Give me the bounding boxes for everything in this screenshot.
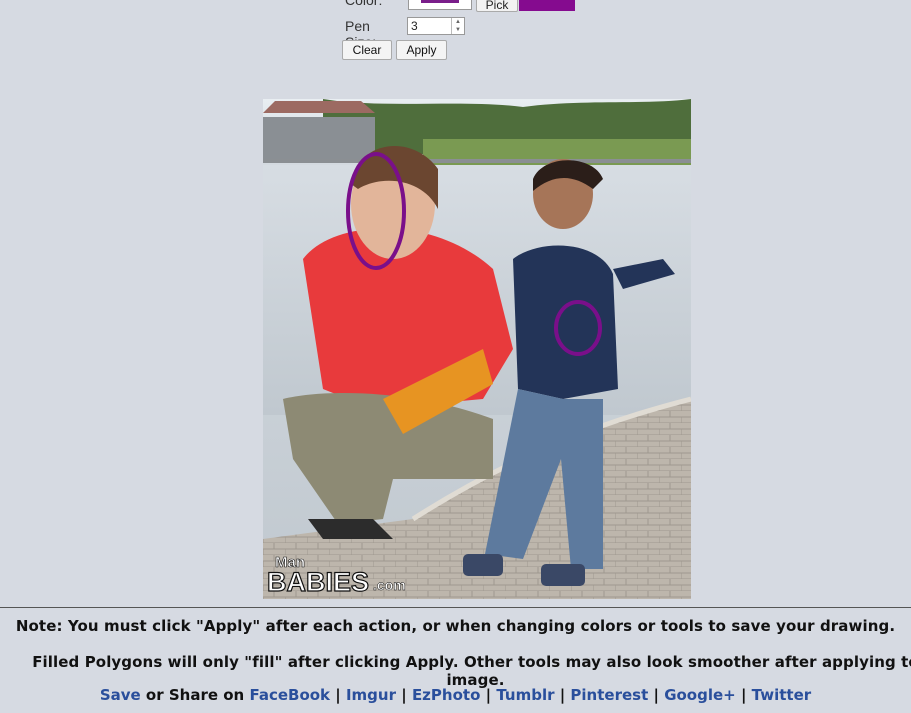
share-bar: Save or Share on FaceBook | Imgur | EzPh… — [0, 686, 911, 704]
polygon-note: Filled Polygons will only "fill" after c… — [32, 653, 911, 689]
pen-size-value: 3 — [411, 19, 418, 33]
pen-size-spinner[interactable]: ▲ ▼ — [451, 18, 464, 34]
googleplus-link[interactable]: Google+ — [664, 686, 736, 704]
save-link[interactable]: Save — [100, 686, 141, 704]
facebook-link[interactable]: FaceBook — [249, 686, 330, 704]
logo-babies: BABIES — [267, 567, 369, 597]
share-label: or Share on — [140, 686, 250, 704]
separator: | — [648, 686, 665, 704]
separator: | — [396, 686, 412, 704]
ezphoto-link[interactable]: EzPhoto — [412, 686, 480, 704]
separator: | — [330, 686, 346, 704]
logo-dotcom: .com — [373, 577, 406, 593]
apply-note: Note: You must click "Apply" after each … — [15, 617, 896, 635]
twitter-link[interactable]: Twitter — [752, 686, 812, 704]
pinterest-link[interactable]: Pinterest — [570, 686, 648, 704]
drawing-controls: Color: Pick Pen Size: 3 ▲▼ Clear Apply — [342, 0, 642, 62]
separator: | — [554, 686, 571, 704]
pen-size-input[interactable]: 3 ▲ ▼ — [407, 17, 465, 35]
clear-button[interactable]: Clear — [342, 40, 392, 60]
separator: | — [735, 686, 752, 704]
color-label: Color: — [345, 0, 383, 8]
selected-color-swatch[interactable] — [519, 0, 575, 11]
pavilion — [263, 117, 375, 161]
color-input[interactable] — [408, 0, 472, 10]
color-swatch — [421, 0, 459, 3]
drawing-canvas[interactable]: Man BABIES .com — [263, 99, 691, 599]
separator: | — [480, 686, 497, 704]
divider — [0, 607, 911, 608]
apply-button[interactable]: Apply — [396, 40, 447, 60]
imgur-link[interactable]: Imgur — [346, 686, 396, 704]
tumblr-link[interactable]: Tumblr — [496, 686, 554, 704]
navy-shirt — [513, 245, 618, 399]
pick-button[interactable]: Pick — [476, 0, 518, 12]
